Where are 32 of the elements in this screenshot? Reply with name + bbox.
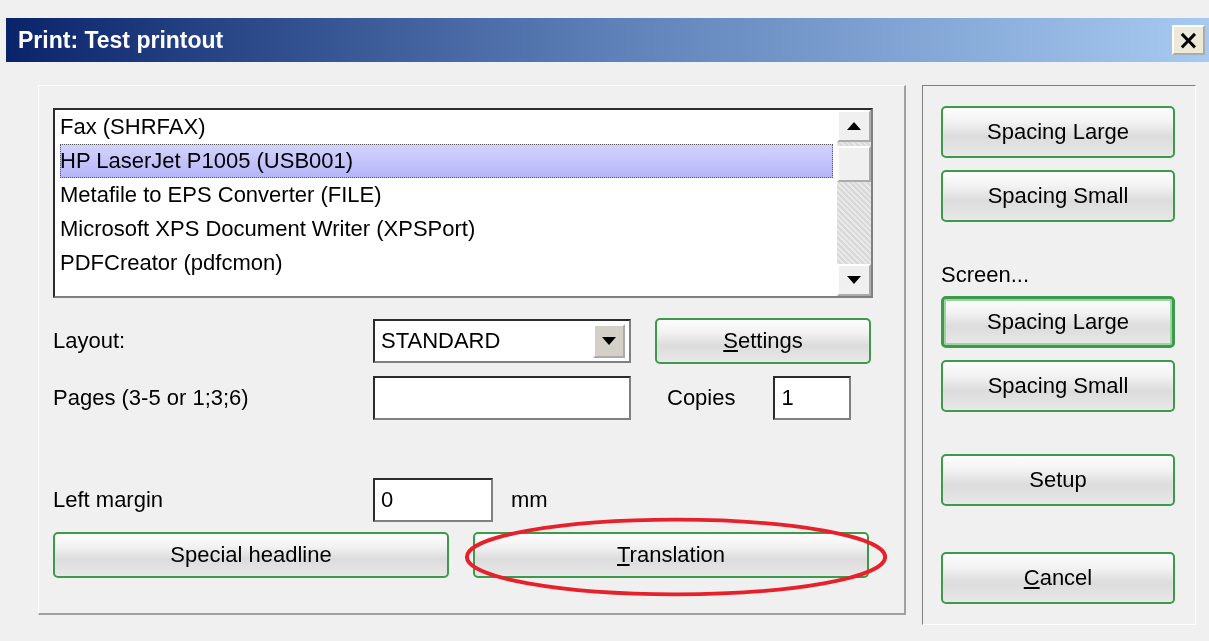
printer-item[interactable]: Fax (SHRFAX) xyxy=(60,110,837,144)
pages-field[interactable] xyxy=(373,376,631,420)
copies-field[interactable]: 1 xyxy=(773,376,852,420)
left-margin-field[interactable]: 0 xyxy=(373,478,493,522)
cancel-button[interactable]: Cancel xyxy=(941,552,1175,604)
down-arrow-icon xyxy=(602,337,616,345)
printer-item[interactable]: PDFCreator (pdfcmon) xyxy=(60,246,837,280)
layout-label: Layout: xyxy=(53,328,127,354)
close-button[interactable]: × xyxy=(1172,25,1205,55)
window-title: Print: Test printout xyxy=(18,26,224,54)
down-arrow-icon xyxy=(847,276,861,284)
spacing-button[interactable]: Spacing Small xyxy=(941,170,1175,222)
action-button[interactable]: Translation xyxy=(473,532,869,578)
settings-button[interactable]: Settings xyxy=(655,318,871,364)
scroll-down-button[interactable] xyxy=(837,264,871,296)
layout-dropdown[interactable]: STANDARD xyxy=(373,319,631,363)
scroll-up-button[interactable] xyxy=(837,110,871,142)
spacing-button[interactable]: Spacing Small xyxy=(941,360,1175,412)
copies-label: Copies xyxy=(667,385,736,411)
pages-label: Pages (3-5 or 1;3;6) xyxy=(53,385,250,411)
setup-button[interactable]: Setup xyxy=(941,454,1175,506)
unit-label: mm xyxy=(511,487,548,513)
action-button[interactable]: Special headline xyxy=(53,532,449,578)
spacing-button[interactable]: Spacing Large xyxy=(941,296,1175,348)
printer-item[interactable]: Metafile to EPS Converter (FILE) xyxy=(60,178,837,212)
printer-item[interactable]: HP LaserJet P1005 (USB001) xyxy=(60,144,833,178)
printer-item[interactable]: Microsoft XPS Document Writer (XPSPort) xyxy=(60,212,837,246)
spacing-button[interactable]: Spacing Large xyxy=(941,106,1175,158)
scroll-thumb[interactable] xyxy=(837,146,871,182)
left-margin-label: Left margin xyxy=(53,487,165,513)
up-arrow-icon xyxy=(847,122,861,130)
screen-label: Screen... xyxy=(941,262,1031,288)
